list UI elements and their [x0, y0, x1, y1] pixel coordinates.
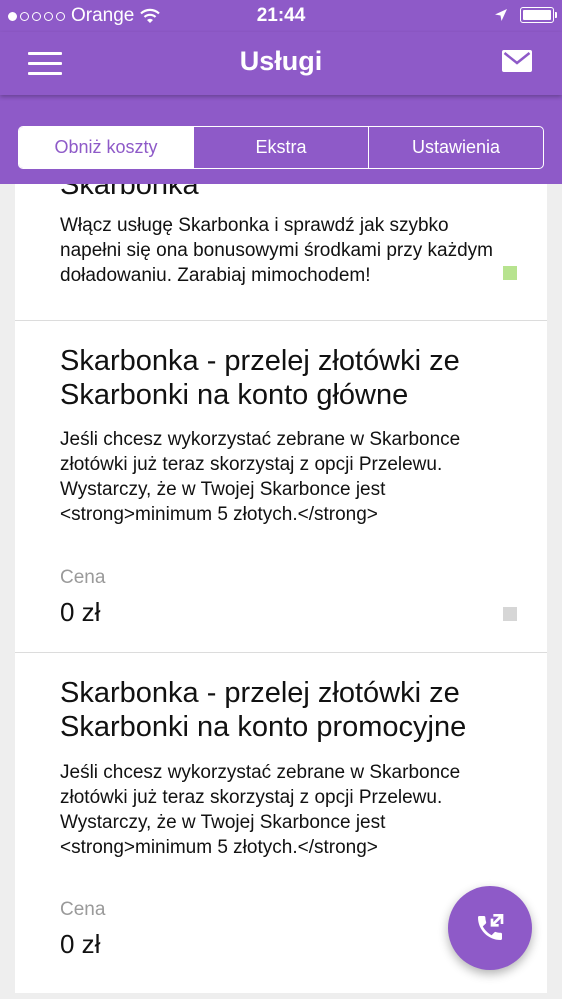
app-header: Usługi — [0, 32, 562, 95]
tab-obniz-koszty[interactable]: Obniż koszty — [19, 127, 193, 168]
battery-icon — [520, 7, 557, 23]
price-value: 0 zł — [60, 597, 101, 627]
price-label: Cena — [60, 899, 106, 920]
status-right — [494, 7, 557, 23]
tab-ustawienia[interactable]: Ustawienia — [368, 127, 543, 168]
service-card-skarbonka[interactable]: Skarbonka Włącz usługę Skarbonka i spraw… — [15, 184, 547, 321]
card-title: Skarbonka - przelej złotówki ze Skarbonk… — [60, 677, 467, 743]
status-indicator — [503, 607, 517, 621]
tabs-area: Obniż koszty Ekstra Ustawienia — [0, 95, 562, 184]
location-arrow-icon — [495, 9, 507, 21]
service-card-przelew-glowne[interactable]: Skarbonka - przelej złotówki ze Skarbonk… — [15, 321, 547, 653]
card-description: Jeśli chcesz wykorzystać zebrane w Skarb… — [60, 762, 461, 858]
price-label: Cena — [60, 567, 106, 588]
segmented-tabs: Obniż koszty Ekstra Ustawienia — [18, 126, 544, 169]
tab-ekstra[interactable]: Ekstra — [193, 127, 368, 168]
card-description: Jeśli chcesz wykorzystać zebrane w Skarb… — [60, 429, 461, 525]
content-scroll[interactable]: Skarbonka Włącz usługę Skarbonka i spraw… — [0, 184, 562, 999]
status-time: 21:44 — [256, 5, 306, 26]
card-title: Skarbonka - przelej złotówki ze Skarbonk… — [60, 345, 460, 411]
services-list: Skarbonka Włącz usługę Skarbonka i spraw… — [15, 184, 547, 993]
status-bar: Orange 21:44 — [0, 0, 562, 32]
status-indicator — [503, 266, 517, 280]
envelope-icon[interactable] — [502, 50, 532, 77]
card-title: Skarbonka — [60, 184, 199, 201]
card-description: Włącz usługę Skarbonka i sprawdź jak szy… — [60, 215, 493, 286]
call-fab-button[interactable] — [448, 886, 532, 970]
price-value: 0 zł — [60, 929, 101, 959]
page-title: Usługi — [239, 46, 323, 76]
phone-transfer-icon — [478, 914, 504, 940]
